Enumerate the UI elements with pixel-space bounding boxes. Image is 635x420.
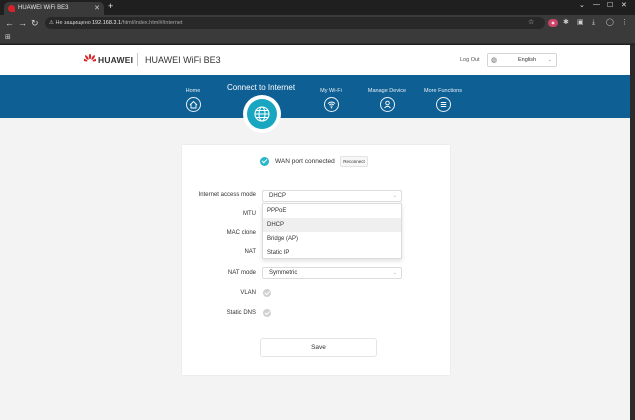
bookmark-star-icon[interactable]: ☆ xyxy=(528,17,534,29)
vlan-label: VLAN xyxy=(240,290,256,296)
access-mode-dropdown: PPPoE DHCP Bridge (AP) Static IP xyxy=(262,203,402,259)
nat-mode-select[interactable]: Symmetric ⌄ xyxy=(262,267,402,279)
internet-access-mode-label: Internet access mode xyxy=(198,192,256,198)
internet-settings-card: WAN port connected Reconnect Internet ac… xyxy=(182,145,450,375)
nat-mode-label: NAT mode xyxy=(227,270,256,276)
nav-more-functions[interactable]: More Functions xyxy=(420,88,466,112)
static-dns-label: Static DNS xyxy=(226,310,256,316)
browser-tab[interactable]: HUAWEI WiFi BE3 ✕ xyxy=(4,2,104,15)
nav-manage-device-label: Manage Device xyxy=(367,88,407,94)
reconnect-button[interactable]: Reconnect xyxy=(340,156,368,167)
huawei-favicon-icon xyxy=(8,5,15,12)
internet-access-mode-select[interactable]: DHCP ⌄ xyxy=(262,190,402,202)
globe-icon[interactable] xyxy=(247,99,277,129)
url-host: 192.168.3.1 xyxy=(92,20,122,26)
main-nav: Home My Wi-Fi Manage Device More Functio… xyxy=(0,75,630,118)
wifi-icon xyxy=(323,97,339,112)
chevron-down-icon: ⌄ xyxy=(547,57,552,63)
url-text: 192.168.3.1/html/index.html#/internet xyxy=(92,17,183,29)
page-header: HUAWEI HUAWEI WiFi BE3 Log Out ◍ English… xyxy=(0,45,630,75)
option-bridge-ap[interactable]: Bridge (AP) xyxy=(263,232,401,246)
option-static-ip[interactable]: Static IP xyxy=(263,246,401,260)
mtu-label: MTU xyxy=(243,211,256,217)
reload-button[interactable]: ↻ xyxy=(31,17,39,29)
wan-status-text: WAN port connected xyxy=(275,158,335,165)
profile-icon[interactable]: ◯ xyxy=(606,18,614,28)
security-label: Не защищено xyxy=(55,20,91,26)
static-dns-toggle[interactable] xyxy=(263,309,271,317)
url-path: /html/index.html#/internet xyxy=(121,20,183,26)
extension-icon[interactable]: ◉ xyxy=(548,19,558,27)
language-value: English xyxy=(518,57,537,63)
menu-icon xyxy=(435,97,451,112)
extension-puzzle-icon[interactable]: ✱ xyxy=(563,18,569,28)
option-pppoe[interactable]: PPPoE xyxy=(263,204,401,218)
kebab-menu-icon[interactable]: ⋮ xyxy=(621,18,628,28)
check-circle-icon xyxy=(260,157,269,166)
save-button[interactable]: Save xyxy=(260,338,377,357)
huawei-logo-icon xyxy=(84,54,96,62)
nav-home[interactable]: Home xyxy=(178,88,208,112)
nav-my-wifi-label: My Wi-Fi xyxy=(320,88,342,94)
address-bar[interactable]: ⚠ Не защищено 192.168.3.1/html/index.htm… xyxy=(45,17,545,29)
new-tab-button[interactable]: + xyxy=(108,1,113,11)
option-dhcp[interactable]: DHCP xyxy=(263,218,401,232)
maximize-button[interactable]: ☐ xyxy=(607,1,613,9)
internet-access-mode-value: DHCP xyxy=(269,193,287,199)
back-button[interactable]: ← xyxy=(5,17,14,29)
scrollbar[interactable] xyxy=(630,45,635,420)
download-icon[interactable]: ⤓ xyxy=(592,18,595,28)
security-indicator[interactable]: ⚠ Не защищено xyxy=(49,17,91,29)
nav-manage-device[interactable]: Manage Device xyxy=(364,88,410,112)
home-icon xyxy=(185,97,201,112)
nat-label: NAT xyxy=(244,249,256,255)
logout-link[interactable]: Log Out xyxy=(460,56,480,64)
chevron-down-icon: ⌄ xyxy=(392,270,397,276)
tab-close-icon[interactable]: ✕ xyxy=(94,2,100,15)
forward-button[interactable]: → xyxy=(18,17,27,29)
nav-my-wifi[interactable]: My Wi-Fi xyxy=(314,88,348,112)
globe-icon: ◍ xyxy=(491,57,498,64)
nat-mode-value: Symmetric xyxy=(269,270,298,276)
browser-toolbar: ← → ↻ ⚠ Не защищено 192.168.3.1/html/ind… xyxy=(0,15,635,31)
vlan-toggle[interactable] xyxy=(263,289,271,297)
minimize-button[interactable]: — xyxy=(593,1,600,8)
tab-search-icon[interactable]: ⌄ xyxy=(579,1,585,9)
user-icon xyxy=(379,97,395,112)
nav-more-functions-label: More Functions xyxy=(424,88,462,94)
close-window-button[interactable]: ✕ xyxy=(621,1,627,9)
language-select[interactable]: ◍ English ⌄ xyxy=(487,53,557,67)
nav-home-label: Home xyxy=(185,88,201,94)
mac-clone-label: MAC clone xyxy=(226,230,256,236)
header-divider xyxy=(137,53,138,66)
router-page: HUAWEI HUAWEI WiFi BE3 Log Out ◍ English… xyxy=(0,45,630,420)
apps-grid-icon[interactable]: ⊞ xyxy=(5,33,11,41)
sidebar-icon[interactable]: ▣ xyxy=(577,18,584,28)
tab-title: HUAWEI WiFi BE3 xyxy=(18,5,69,11)
bookmarks-bar: ⊞ xyxy=(0,31,635,44)
product-name: HUAWEI WiFi BE3 xyxy=(145,55,221,65)
chevron-down-icon: ⌄ xyxy=(392,193,397,199)
browser-tab-bar: HUAWEI WiFi BE3 ✕ + ⌄ — ☐ ✕ xyxy=(0,0,635,15)
nav-connect-internet-label[interactable]: Connect to Internet xyxy=(227,83,295,93)
brand-name: HUAWEI xyxy=(98,55,134,65)
